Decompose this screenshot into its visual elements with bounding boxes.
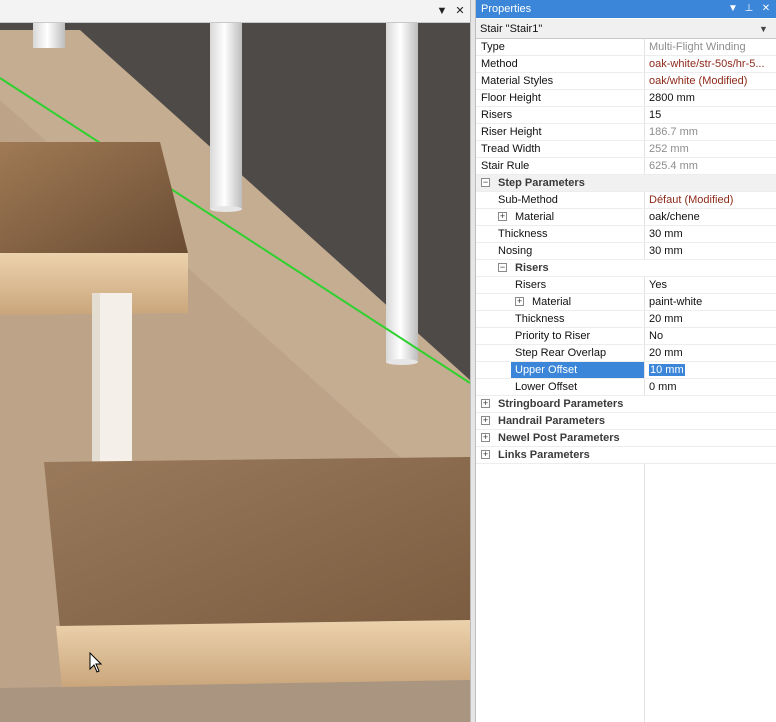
property-value[interactable]: 0 mm: [645, 379, 776, 396]
property-value[interactable]: Défaut (Modified): [645, 192, 776, 209]
viewport-close-icon[interactable]: ✕: [452, 3, 468, 19]
category-step-parameters[interactable]: − Step Parameters: [476, 175, 776, 192]
category-risers[interactable]: − Risers: [476, 260, 776, 277]
property-row-priority-to-riser[interactable]: Priority to Riser No: [476, 328, 776, 345]
property-value[interactable]: 30 mm: [645, 226, 776, 243]
property-row-step-thickness[interactable]: Thickness 30 mm: [476, 226, 776, 243]
upper-tread-top[interactable]: [0, 142, 188, 253]
baluster-post: [386, 22, 418, 362]
baluster-end: [386, 359, 418, 365]
baluster-post: [33, 22, 65, 48]
stair-3d-scene[interactable]: [0, 0, 470, 722]
property-value[interactable]: oak-white/str-50s/hr-5...: [645, 56, 776, 73]
property-row-riser-height[interactable]: Riser Height 186.7 mm: [476, 124, 776, 141]
property-row-floor-height[interactable]: Floor Height 2800 mm: [476, 90, 776, 107]
baluster-post: [210, 22, 242, 209]
property-value: 186.7 mm: [649, 126, 698, 138]
expand-icon[interactable]: +: [515, 297, 524, 306]
property-value[interactable]: paint-white: [645, 294, 776, 311]
category-links-parameters[interactable]: + Links Parameters: [476, 447, 776, 464]
properties-title: Properties: [481, 3, 532, 15]
chevron-down-icon[interactable]: ▼: [759, 19, 768, 39]
pin-icon[interactable]: ⊥: [742, 0, 756, 18]
lower-tread-edge[interactable]: [56, 620, 470, 688]
property-row-riser-material[interactable]: + Material paint-white: [476, 294, 776, 311]
property-row-risers[interactable]: Risers 15: [476, 107, 776, 124]
category-stringboard-parameters[interactable]: + Stringboard Parameters: [476, 396, 776, 413]
mouse-cursor-icon: [89, 652, 103, 673]
property-value: 625.4 mm: [649, 160, 698, 172]
baluster-end: [210, 206, 242, 212]
expand-icon[interactable]: +: [498, 212, 507, 221]
panel-close-icon[interactable]: ✕: [759, 0, 773, 18]
property-row-step-material[interactable]: + Material oak/chene: [476, 209, 776, 226]
property-value[interactable]: oak/chene: [645, 209, 776, 226]
property-value[interactable]: 30 mm: [645, 243, 776, 260]
property-value[interactable]: No: [645, 328, 776, 345]
selected-value-text[interactable]: 10 mm: [649, 364, 685, 376]
expand-icon[interactable]: +: [481, 416, 490, 425]
property-row-risers-enabled[interactable]: Risers Yes: [476, 277, 776, 294]
property-row-sub-method[interactable]: Sub-Method Défaut (Modified): [476, 192, 776, 209]
property-value: 252 mm: [649, 143, 689, 155]
property-row-lower-offset[interactable]: Lower Offset 0 mm: [476, 379, 776, 396]
category-handrail-parameters[interactable]: + Handrail Parameters: [476, 413, 776, 430]
viewport-menu-icon[interactable]: ▼: [434, 3, 450, 19]
object-selector-value: Stair "Stair1": [480, 23, 543, 35]
property-row-step-rear-overlap[interactable]: Step Rear Overlap 20 mm: [476, 345, 776, 362]
property-value[interactable]: 20 mm: [645, 345, 776, 362]
expand-icon[interactable]: +: [481, 433, 490, 442]
property-value[interactable]: oak/white (Modified): [645, 73, 776, 90]
panel-menu-icon[interactable]: ▼: [726, 0, 740, 18]
property-row-nosing[interactable]: Nosing 30 mm: [476, 243, 776, 260]
3d-viewport[interactable]: ▼ ✕: [0, 0, 470, 722]
property-row-riser-thickness[interactable]: Thickness 20 mm: [476, 311, 776, 328]
lower-tread-top[interactable]: [44, 457, 470, 628]
property-value: Multi-Flight Winding: [649, 41, 746, 53]
property-row-tread-width[interactable]: Tread Width 252 mm: [476, 141, 776, 158]
property-row-type[interactable]: Type Multi-Flight Winding: [476, 39, 776, 56]
collapse-icon[interactable]: −: [498, 263, 507, 272]
expand-icon[interactable]: +: [481, 450, 490, 459]
property-grid: Type Multi-Flight Winding Method oak-whi…: [476, 39, 776, 722]
property-row-stair-rule[interactable]: Stair Rule 625.4 mm: [476, 158, 776, 175]
upper-offset-input[interactable]: 10 mm: [645, 362, 776, 379]
property-row-upper-offset[interactable]: Upper Offset 10 mm: [476, 362, 776, 379]
viewport-header: ▼ ✕: [0, 0, 470, 23]
expand-icon[interactable]: +: [481, 399, 490, 408]
properties-title-bar: Properties ▼ ⊥ ✕: [476, 0, 776, 18]
property-value[interactable]: 20 mm: [645, 311, 776, 328]
property-row-method[interactable]: Method oak-white/str-50s/hr-5...: [476, 56, 776, 73]
object-selector[interactable]: Stair "Stair1" ▼: [476, 19, 776, 39]
property-row-material-styles[interactable]: Material Styles oak/white (Modified): [476, 73, 776, 90]
property-value[interactable]: 2800 mm: [645, 90, 776, 107]
property-value[interactable]: Yes: [645, 277, 776, 294]
category-newel-post-parameters[interactable]: + Newel Post Parameters: [476, 430, 776, 447]
properties-panel: Properties ▼ ⊥ ✕ Stair "Stair1" ▼ Type M…: [476, 0, 776, 722]
property-value[interactable]: 15: [645, 107, 776, 124]
collapse-icon[interactable]: −: [481, 178, 490, 187]
